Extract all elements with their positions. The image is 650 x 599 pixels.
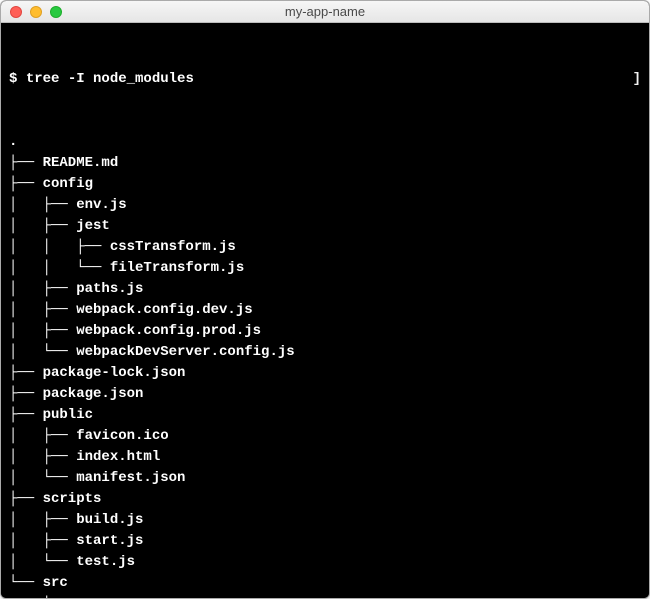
window-title: my-app-name [1,4,649,19]
terminal-body[interactable]: $ tree -I node_modules] .├── README.md├─… [1,23,649,599]
tree-line: ├── package.json [9,384,641,405]
tree-line: │ ├── index.html [9,447,641,468]
tree-line: . [9,132,641,153]
tree-line: │ │ └── fileTransform.js [9,258,641,279]
tree-line: │ └── webpackDevServer.config.js [9,342,641,363]
tree-line: │ ├── webpack.config.prod.js [9,321,641,342]
titlebar: my-app-name [1,1,649,23]
tree-line: │ ├── webpack.config.dev.js [9,300,641,321]
traffic-lights [10,6,62,18]
tree-line: ├── scripts [9,489,641,510]
tree-line: │ ├── build.js [9,510,641,531]
tree-line: ├── README.md [9,153,641,174]
tree-line: │ ├── jest [9,216,641,237]
close-icon[interactable] [10,6,22,18]
terminal-window: my-app-name $ tree -I node_modules] .├──… [0,0,650,599]
tree-line: │ ├── favicon.ico [9,426,641,447]
tree-line: │ ├── start.js [9,531,641,552]
maximize-icon[interactable] [50,6,62,18]
right-caret: ] [633,69,641,90]
command-text: tree -I node_modules [26,71,194,87]
tree-line: │ └── manifest.json [9,468,641,489]
tree-line: │ │ ├── cssTransform.js [9,237,641,258]
tree-line: └── src [9,573,641,594]
tree-line: ├── config [9,174,641,195]
prompt-symbol: $ [9,71,26,87]
prompt-line: $ tree -I node_modules] [9,69,641,90]
tree-line: ├── package-lock.json [9,363,641,384]
tree-line: ├── public [9,405,641,426]
tree-line: │ ├── paths.js [9,279,641,300]
tree-line: │ └── test.js [9,552,641,573]
minimize-icon[interactable] [30,6,42,18]
tree-line: ├── App.css [9,594,641,599]
tree-line: │ ├── env.js [9,195,641,216]
tree-output: .├── README.md├── config│ ├── env.js│ ├─… [9,132,641,599]
